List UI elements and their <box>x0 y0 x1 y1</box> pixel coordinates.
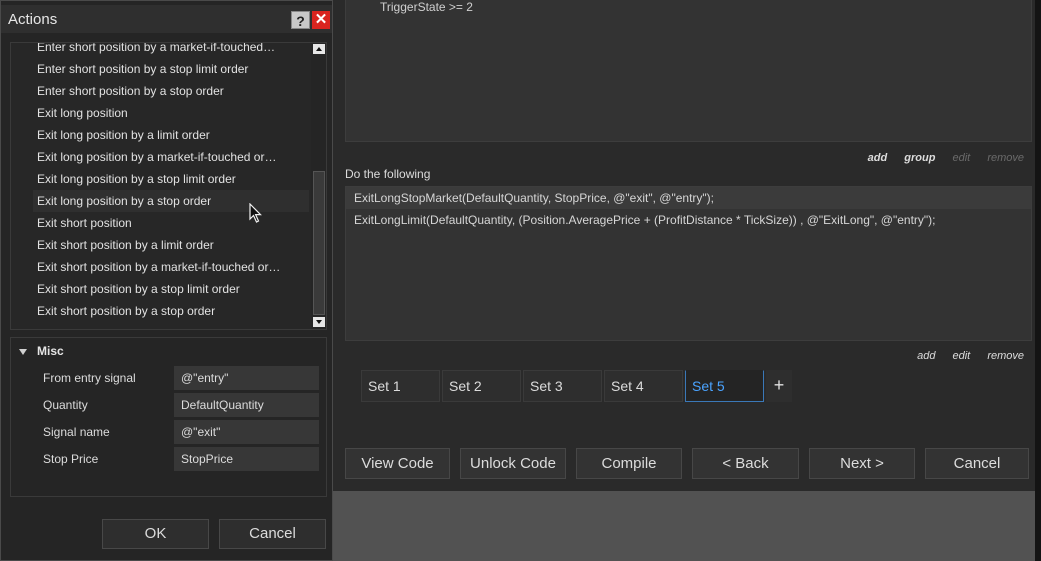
actions-dialog: Actions ? ✕ Enter short position by a ma… <box>0 0 333 561</box>
property-label: Signal name <box>43 425 110 439</box>
from-entry-signal-field[interactable]: @"entry" <box>174 366 319 390</box>
action-add-link[interactable]: add <box>917 350 935 362</box>
action-code-row[interactable]: ExitLongStopMarket(DefaultQuantity, Stop… <box>346 187 1031 209</box>
dialog-title: Actions <box>8 11 58 28</box>
tab-set-2[interactable]: Set 2 <box>442 370 521 402</box>
action-edit-link[interactable]: edit <box>953 350 971 362</box>
condition-add-link[interactable]: add <box>868 152 888 164</box>
back-button[interactable]: < Back <box>692 448 799 479</box>
list-item[interactable]: Enter short position by a market-if-touc… <box>37 43 313 58</box>
list-item[interactable]: Enter short position by a stop order <box>37 80 313 102</box>
collapse-arrow-icon[interactable] <box>19 348 27 355</box>
mouse-cursor-icon <box>249 203 262 223</box>
tab-set-5[interactable]: Set 5 <box>685 370 764 402</box>
condition-links: add group edit remove <box>854 152 1024 164</box>
list-item[interactable]: Exit short position by a stop limit orde… <box>37 278 313 300</box>
list-item[interactable]: Exit long position <box>37 102 313 124</box>
list-item[interactable]: Exit short position <box>37 212 313 234</box>
condition-edit-link: edit <box>952 152 971 164</box>
misc-section-header[interactable]: Misc <box>19 344 64 358</box>
misc-section-label: Misc <box>37 344 64 358</box>
list-item[interactable]: Exit long position by a market-if-touche… <box>37 146 313 168</box>
quantity-field[interactable]: DefaultQuantity <box>174 393 319 417</box>
scrollbar-thumb[interactable] <box>313 171 325 315</box>
property-row: Quantity DefaultQuantity <box>11 393 326 417</box>
do-following-label: Do the following <box>345 167 431 181</box>
scroll-down-icon[interactable] <box>313 317 325 327</box>
actions-code-box[interactable]: ExitLongStopMarket(DefaultQuantity, Stop… <box>345 186 1032 341</box>
dialog-title-bar[interactable]: Actions ? ✕ <box>1 5 332 33</box>
list-item[interactable]: Exit long position by a stop limit order <box>37 168 313 190</box>
ok-button[interactable]: OK <box>102 519 209 549</box>
condition-code: TriggerState >= 2 <box>380 0 473 14</box>
conditions-box[interactable]: TriggerState >= 2 <box>345 0 1032 142</box>
compile-button[interactable]: Compile <box>576 448 682 479</box>
signal-name-field[interactable]: @"exit" <box>174 420 319 444</box>
strategy-builder-window: TriggerState >= 2 add group edit remove … <box>333 0 1041 561</box>
action-code-row[interactable]: ExitLongLimit(DefaultQuantity, (Position… <box>346 209 1031 231</box>
next-button[interactable]: Next > <box>809 448 915 479</box>
cancel-button[interactable]: Cancel <box>925 448 1029 479</box>
property-row: Stop Price StopPrice <box>11 447 326 471</box>
property-label: From entry signal <box>43 371 136 385</box>
wizard-button-bar: View Code Unlock Code Compile < Back Nex… <box>345 448 1029 479</box>
list-item[interactable]: Exit short position by a stop order <box>37 300 313 322</box>
tab-set-1[interactable]: Set 1 <box>361 370 440 402</box>
help-icon[interactable]: ? <box>291 11 310 29</box>
condition-remove-link: remove <box>987 152 1024 164</box>
action-remove-link[interactable]: remove <box>987 350 1024 362</box>
property-row: Signal name @"exit" <box>11 420 326 444</box>
property-label: Stop Price <box>43 452 99 466</box>
list-item[interactable]: Enter short position by a stop limit ord… <box>37 58 313 80</box>
dialog-cancel-button[interactable]: Cancel <box>219 519 326 549</box>
actions-list: Enter short position by a market-if-touc… <box>10 42 327 330</box>
close-icon[interactable]: ✕ <box>312 11 330 29</box>
view-code-button[interactable]: View Code <box>345 448 450 479</box>
action-links: add edit remove <box>903 350 1024 362</box>
list-item[interactable]: Exit long position by a limit order <box>37 124 313 146</box>
unlock-code-button[interactable]: Unlock Code <box>460 448 566 479</box>
add-set-button[interactable]: + <box>766 370 792 402</box>
scroll-up-icon[interactable] <box>313 44 325 54</box>
set-tabs: Set 1 Set 2 Set 3 Set 4 Set 5 + <box>361 370 792 402</box>
window-footer <box>333 491 1035 561</box>
property-label: Quantity <box>43 398 88 412</box>
properties-grid: Misc From entry signal @"entry" Quantity… <box>10 337 327 497</box>
window-edge <box>1035 0 1041 561</box>
list-item[interactable]: Exit long position by a stop order <box>33 190 309 212</box>
list-item[interactable]: Exit short position by a limit order <box>37 234 313 256</box>
property-row: From entry signal @"entry" <box>11 366 326 390</box>
tab-set-4[interactable]: Set 4 <box>604 370 683 402</box>
tab-set-3[interactable]: Set 3 <box>523 370 602 402</box>
list-item[interactable]: Exit short position by a market-if-touch… <box>37 256 313 278</box>
stop-price-field[interactable]: StopPrice <box>174 447 319 471</box>
condition-group-link[interactable]: group <box>904 152 935 164</box>
